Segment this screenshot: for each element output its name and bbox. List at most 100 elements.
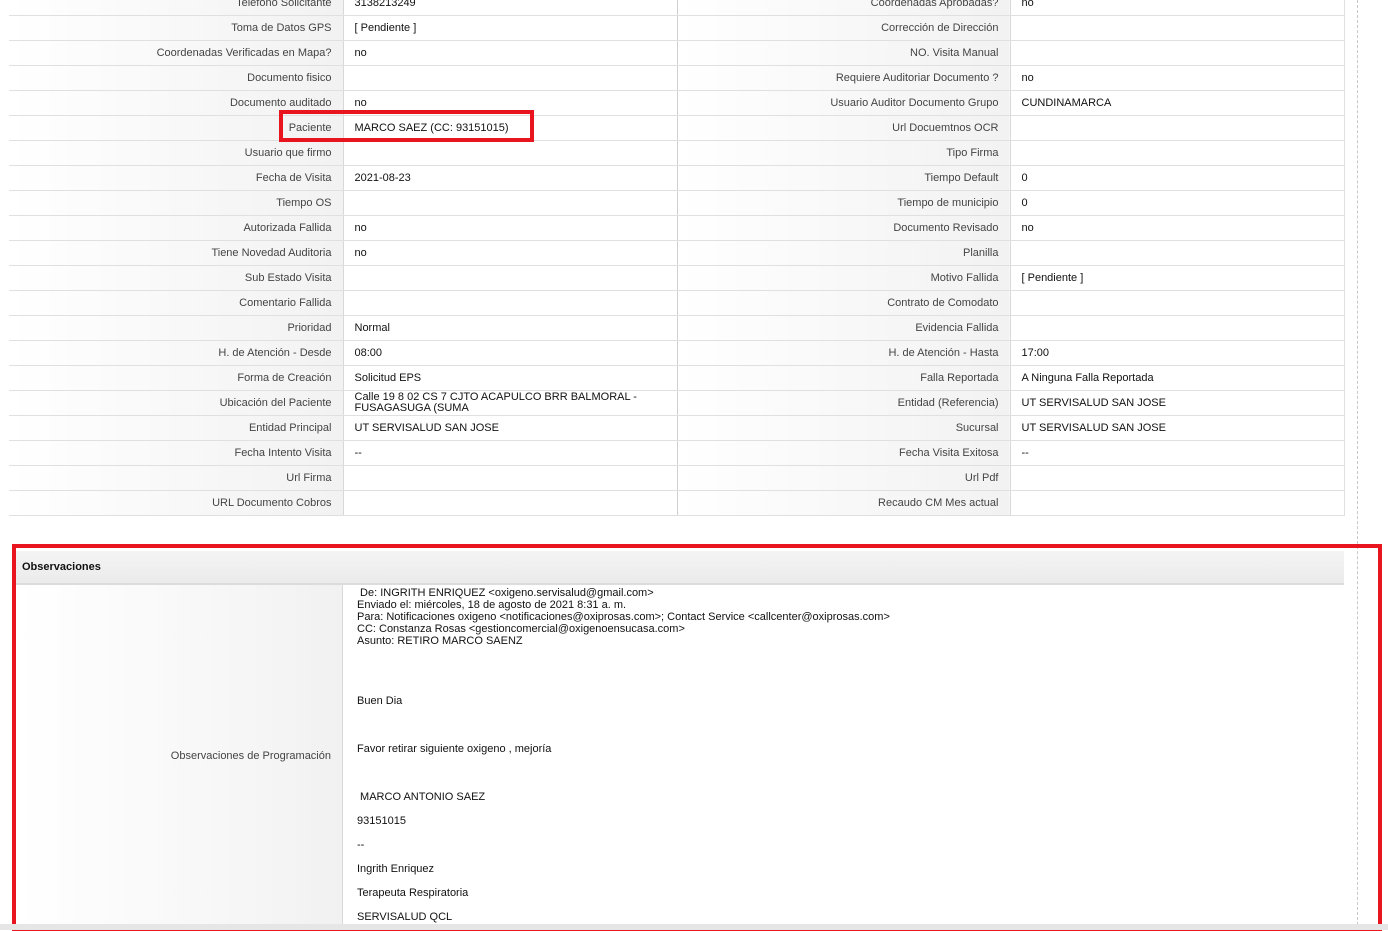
- detail-value: CUNDINAMARCA: [1010, 90, 1345, 116]
- detail-row: Prioridad Normal Evidencia Fallida: [9, 315, 1345, 341]
- detail-row: H. de Atención - Desde 08:00 H. de Atenció…: [9, 340, 1345, 366]
- detail-value: --: [1010, 440, 1345, 466]
- detail-value: [343, 190, 678, 216]
- detail-row: Coordenadas Verificadas en Mapa? no NO. Vi…: [9, 40, 1345, 66]
- detail-value: no: [1010, 65, 1345, 91]
- detail-value: UT SERVISALUD SAN JOSE: [1010, 415, 1345, 441]
- detail-label: Usuario Auditor Documento Grupo: [677, 90, 1011, 116]
- detail-value: [1010, 40, 1345, 66]
- detail-value: [1010, 465, 1345, 491]
- detail-label: Recaudo CM Mes actual: [677, 490, 1011, 516]
- detail-value: UT SERVISALUD SAN JOSE: [1010, 390, 1345, 416]
- detail-label: Planilla: [677, 240, 1011, 266]
- detail-value: Calle 19 8 02 CS 7 CJTO ACAPULCO BRR BAL…: [343, 390, 678, 416]
- detail-value: 08:00: [343, 340, 678, 366]
- detail-row: Comentario Fallida Contrato de Comodato: [9, 290, 1345, 316]
- detail-label: Motivo Fallida: [677, 265, 1011, 291]
- detail-value: [1010, 15, 1345, 41]
- detail-row: Tiene Novedad Auditoria no Planilla: [9, 240, 1345, 266]
- detail-value: [1010, 115, 1345, 141]
- detail-label: Tiempo OS: [9, 190, 344, 216]
- detail-value: [343, 290, 678, 316]
- detail-label: Comentario Fallida: [9, 290, 344, 316]
- detail-label: Autorizada Fallida: [9, 215, 344, 241]
- detail-value: Normal: [343, 315, 678, 341]
- detail-value: 17:00: [1010, 340, 1345, 366]
- detail-label: Url Firma: [9, 465, 344, 491]
- detail-label: Documento fisico: [9, 65, 344, 91]
- detail-label: Contrato de Comodato: [677, 290, 1011, 316]
- detail-label: Evidencia Fallida: [677, 315, 1011, 341]
- detail-label: Teléfono Solicitante: [9, 0, 344, 16]
- highlight-box-paciente: [279, 110, 534, 142]
- detail-value: [343, 265, 678, 291]
- detail-label: Requiere Auditoriar Documento ?: [677, 65, 1011, 91]
- detail-label: Fecha de Visita: [9, 165, 344, 191]
- detail-value: [1010, 240, 1345, 266]
- detail-row: Tiempo OS Tiempo de municipio 0: [9, 190, 1345, 216]
- visit-details-table: Teléfono Solicitante 3138213249 Coordenada…: [9, 0, 1345, 516]
- detail-value: --: [343, 440, 678, 466]
- detail-value: [343, 140, 678, 166]
- detail-label: Entidad Principal: [9, 415, 344, 441]
- detail-value: [343, 65, 678, 91]
- detail-value: [343, 465, 678, 491]
- detail-value: Solicitud EPS: [343, 365, 678, 391]
- detail-value: no: [343, 40, 678, 66]
- detail-row: Teléfono Solicitante 3138213249 Coordenada…: [9, 0, 1345, 16]
- detail-label: Fecha Visita Exitosa: [677, 440, 1011, 466]
- detail-row: Url Firma Url Pdf: [9, 465, 1345, 491]
- detail-value: no: [343, 215, 678, 241]
- detail-value: no: [1010, 215, 1345, 241]
- horizontal-scrollbar[interactable]: [0, 924, 1388, 930]
- detail-row: Entidad Principal UT SERVISALUD SAN JOSE S…: [9, 415, 1345, 441]
- detail-label: Entidad (Referencia): [677, 390, 1011, 416]
- detail-label: Fecha Intento Visita: [9, 440, 344, 466]
- detail-row: Documento fisico Requiere Auditoriar Docu…: [9, 65, 1345, 91]
- detail-label: Coordenadas Aprobadas?: [677, 0, 1011, 16]
- detail-label: NO. Visita Manual: [677, 40, 1011, 66]
- detail-row: Autorizada Fallida no Documento Revisado no: [9, 215, 1345, 241]
- detail-value: 0: [1010, 165, 1345, 191]
- detail-value: UT SERVISALUD SAN JOSE: [343, 415, 678, 441]
- detail-value: [343, 490, 678, 516]
- detail-label: Ubicación del Paciente: [9, 390, 344, 416]
- detail-value: 0: [1010, 190, 1345, 216]
- detail-row: Paciente MARCO SAEZ (CC: 93151015) Url Doc…: [9, 115, 1345, 141]
- detail-label: Sucursal: [677, 415, 1011, 441]
- detail-value: no: [343, 240, 678, 266]
- detail-label: H. de Atención - Hasta: [677, 340, 1011, 366]
- detail-label: URL Documento Cobros: [9, 490, 344, 516]
- detail-value: [1010, 290, 1345, 316]
- detail-label: Tiempo Default: [677, 165, 1011, 191]
- detail-value: 3138213249: [343, 0, 678, 16]
- detail-label: Toma de Datos GPS: [9, 15, 344, 41]
- detail-value: [ Pendiente ]: [343, 15, 678, 41]
- detail-label: Url Pdf: [677, 465, 1011, 491]
- detail-label: Tiene Novedad Auditoria: [9, 240, 344, 266]
- detail-value: [1010, 315, 1345, 341]
- detail-label: Corrección de Dirección: [677, 15, 1011, 41]
- detail-row: Fecha de Visita 2021-08-23 Tiempo Default 0: [9, 165, 1345, 191]
- detail-label: Usuario que firmo: [9, 140, 344, 166]
- detail-row: Usuario que firmo Tipo Firma: [9, 140, 1345, 166]
- detail-value: 2021-08-23: [343, 165, 678, 191]
- highlight-box-observaciones: [12, 544, 1382, 931]
- detail-label: Coordenadas Verificadas en Mapa?: [9, 40, 344, 66]
- detail-label: Prioridad: [9, 315, 344, 341]
- detail-value: [1010, 490, 1345, 516]
- detail-row: Forma de Creación Solicitud EPS Falla Repo…: [9, 365, 1345, 391]
- detail-label: Tiempo de municipio: [677, 190, 1011, 216]
- detail-label: Tipo Firma: [677, 140, 1011, 166]
- detail-label: Documento Revisado: [677, 215, 1011, 241]
- detail-value: no: [1010, 0, 1345, 16]
- detail-label: H. de Atención - Desde: [9, 340, 344, 366]
- detail-label: Sub Estado Visita: [9, 265, 344, 291]
- detail-row: Ubicación del Paciente Calle 19 8 02 CS 7…: [9, 390, 1345, 416]
- detail-row: URL Documento Cobros Recaudo CM Mes actua…: [9, 490, 1345, 516]
- detail-value: A Ninguna Falla Reportada: [1010, 365, 1345, 391]
- detail-value: [ Pendiente ]: [1010, 265, 1345, 291]
- detail-label: Forma de Creación: [9, 365, 344, 391]
- detail-row: Toma de Datos GPS[ Pendiente ] Corrección…: [9, 15, 1345, 41]
- detail-row: Sub Estado Visita Motivo Fallida[ Pendien…: [9, 265, 1345, 291]
